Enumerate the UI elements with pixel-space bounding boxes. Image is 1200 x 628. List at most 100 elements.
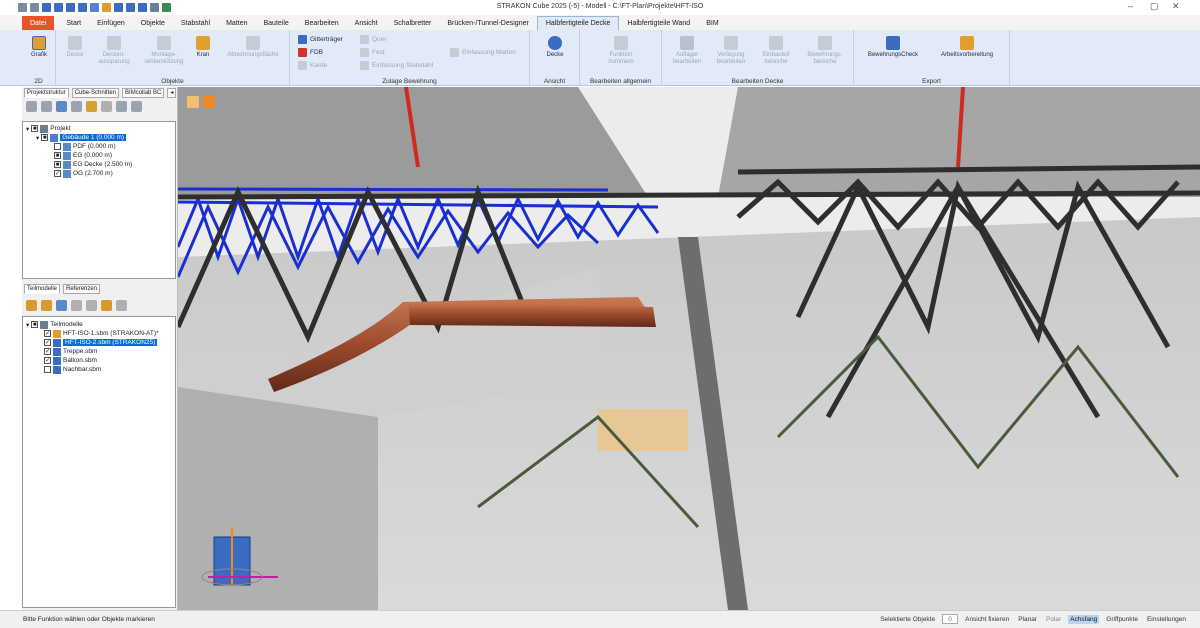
- status-achsfang[interactable]: Achsfang: [1068, 614, 1100, 624]
- split-icon[interactable]: [86, 299, 97, 311]
- einbauteil-button[interactable]: Einbauteil bereiche: [754, 36, 798, 66]
- tab-referenzen[interactable]: Referenzen: [63, 283, 101, 294]
- tab-projektstruktur[interactable]: Projektstruktur: [24, 87, 69, 98]
- link-model-icon[interactable]: [41, 299, 52, 311]
- tab-einfügen[interactable]: Einfügen: [89, 16, 133, 30]
- tree-label: Gebäude 1 (0.000 m): [60, 134, 127, 141]
- kante-button[interactable]: Kante: [298, 61, 327, 70]
- gittertraeger-button[interactable]: Gitterträger: [298, 35, 343, 44]
- einfassung-stabstahl-button[interactable]: Einfassung Stabstahl: [360, 61, 433, 70]
- tab-objekte[interactable]: Objekte: [133, 16, 173, 30]
- tab-schalbretter[interactable]: Schalbretter: [386, 16, 440, 30]
- checkbox[interactable]: [54, 143, 61, 150]
- montage-button[interactable]: Montage- winterstützung: [138, 36, 190, 66]
- tab-scroll-left[interactable]: ◂: [167, 87, 177, 98]
- merge-icon[interactable]: [101, 299, 112, 311]
- tab-cube-schnitten[interactable]: Cube-Schnitten: [71, 87, 120, 98]
- decke-button[interactable]: Decke: [60, 36, 90, 59]
- status-einstellungen[interactable]: Einstellungen: [1145, 615, 1188, 624]
- tree-node-pdf[interactable]: PDF (0.000 m): [54, 142, 116, 151]
- tab-matten[interactable]: Matten: [218, 16, 255, 30]
- tab-bearbeiten[interactable]: Bearbeiten: [297, 16, 347, 30]
- fdb-button[interactable]: FDB: [298, 48, 323, 57]
- home-icon[interactable]: [56, 100, 67, 112]
- level-icon[interactable]: [71, 100, 82, 112]
- tree-node-hft-iso-1[interactable]: ✓ HFT-ISO-1.sbm (STRAKON-AT)*: [44, 329, 159, 338]
- add-model-icon[interactable]: [26, 299, 37, 311]
- move-up-icon[interactable]: [41, 100, 52, 112]
- auflager-button[interactable]: Auflager bearbeiten: [666, 36, 708, 66]
- structure-icon[interactable]: [26, 100, 37, 112]
- checkbox[interactable]: ■: [41, 134, 49, 141]
- close-button[interactable]: ✕: [1172, 1, 1180, 12]
- ansicht-decke-button[interactable]: Decke: [542, 36, 568, 59]
- tab-teilmodelle[interactable]: Teilmodelle: [24, 283, 61, 294]
- tab-start[interactable]: Start: [58, 16, 89, 30]
- checkbox[interactable]: ■: [54, 161, 61, 168]
- maximize-button[interactable]: ▢: [1150, 1, 1159, 12]
- checkbox[interactable]: ✓: [44, 330, 51, 337]
- checkbox[interactable]: ✓: [44, 339, 51, 346]
- tree-node-og[interactable]: ✓ OG (2.700 m): [54, 169, 113, 178]
- checkbox[interactable]: ■: [31, 125, 39, 132]
- quer-button[interactable]: Quer: [360, 35, 386, 44]
- model-file-icon: [53, 347, 61, 356]
- render-icon[interactable]: [202, 95, 216, 109]
- deckenaussparung-button[interactable]: Decken- aussparung: [92, 36, 136, 66]
- tree-node-teilmodelle[interactable]: ▾ ■ Teilmodelle: [26, 320, 83, 329]
- tree-node-eg-decke[interactable]: ■ EG Decke (2.500 m): [54, 160, 132, 169]
- properties-icon[interactable]: [116, 100, 127, 112]
- status-polar[interactable]: Polar: [1044, 615, 1063, 624]
- tab-halbfertigteile-decke[interactable]: Halbfertigteile Decke: [536, 16, 620, 30]
- einfassung-matten-button[interactable]: Einfassung Matten: [450, 48, 516, 57]
- status-planar[interactable]: Planar: [1016, 615, 1039, 624]
- bewehrung-label: Bewehrungs- bereiche: [807, 52, 843, 65]
- tab-brücken-tunnel-designer[interactable]: Brücken-/Tunnel-Designer: [439, 16, 536, 30]
- arbeitsvorbereitung-button[interactable]: Arbeitsvorbereitung: [930, 36, 1004, 59]
- sync-icon[interactable]: [131, 100, 142, 112]
- checkbox[interactable]: ■: [54, 152, 61, 159]
- tree-node-nachbar[interactable]: Nachbar.sbm: [44, 365, 101, 374]
- tab-bim[interactable]: BIM: [698, 16, 726, 30]
- bewehrungscheck-button[interactable]: BewehrungsCheck: [860, 36, 926, 59]
- lattice-girder-icon: [298, 35, 307, 44]
- checkbox[interactable]: ■: [31, 321, 39, 328]
- checkbox[interactable]: ✓: [44, 357, 51, 364]
- model-file-icon: [53, 365, 61, 374]
- checkbox[interactable]: ✓: [44, 348, 51, 355]
- tree-node-balkon[interactable]: ✓ Balkon.sbm: [44, 356, 97, 365]
- tab-datei[interactable]: Datei: [22, 16, 55, 30]
- abrechnungsflaeche-button[interactable]: Abrechnungsfläche: [218, 36, 288, 59]
- tab-bimcollab[interactable]: BIMcollab BC: [122, 87, 165, 98]
- tree-node-treppe[interactable]: ✓ Treppe.sbm: [44, 347, 97, 356]
- verlegung-button[interactable]: Verlegung bearbeiten: [710, 36, 752, 66]
- fest-button[interactable]: Fest: [360, 48, 385, 57]
- tree-node-projekt[interactable]: ▾ ■ Projekt: [26, 124, 71, 133]
- checkbox[interactable]: [44, 366, 51, 373]
- tree-node-hft-iso-2[interactable]: ✓ HFT-ISO-2.sbm (STRAKON25): [44, 338, 158, 347]
- pencil-icon[interactable]: [71, 299, 82, 311]
- tab-stabstahl[interactable]: Stabstahl: [173, 16, 218, 30]
- bewehrungsbereiche-button[interactable]: Bewehrungs- bereiche: [800, 36, 850, 66]
- user-icon[interactable]: [56, 299, 67, 311]
- minimize-button[interactable]: –: [1128, 1, 1133, 11]
- tab-halbfertigteile-wand[interactable]: Halbfertigteile Wand: [619, 16, 698, 30]
- lock-icon: [53, 338, 61, 347]
- group-label-objekte: Objekte: [161, 78, 184, 85]
- group-label-2d: 2D: [34, 78, 43, 85]
- status-griffpunkte[interactable]: Griffpunkte: [1104, 615, 1140, 624]
- tab-ansicht[interactable]: Ansicht: [347, 16, 386, 30]
- grafik-button[interactable]: Grafik: [26, 36, 52, 59]
- kran-button[interactable]: Kran: [192, 36, 214, 59]
- check-icon[interactable]: [116, 299, 127, 311]
- delete-icon[interactable]: [101, 100, 112, 112]
- 3d-viewport[interactable]: [178, 87, 1200, 610]
- view-mode-icon[interactable]: [186, 95, 200, 109]
- tab-bauteile[interactable]: Bauteile: [256, 16, 297, 30]
- tree-node-gebaeude[interactable]: ▾ ■ Gebäude 1 (0.000 m): [36, 133, 127, 142]
- status-ansicht-fixieren[interactable]: Ansicht fixieren: [963, 615, 1011, 624]
- edit-icon[interactable]: [86, 100, 97, 112]
- checkbox[interactable]: ✓: [54, 170, 61, 177]
- funktion-nummern-button[interactable]: Funktion nummern: [598, 36, 644, 66]
- tree-node-eg[interactable]: ■ EG (0.000 m): [54, 151, 112, 160]
